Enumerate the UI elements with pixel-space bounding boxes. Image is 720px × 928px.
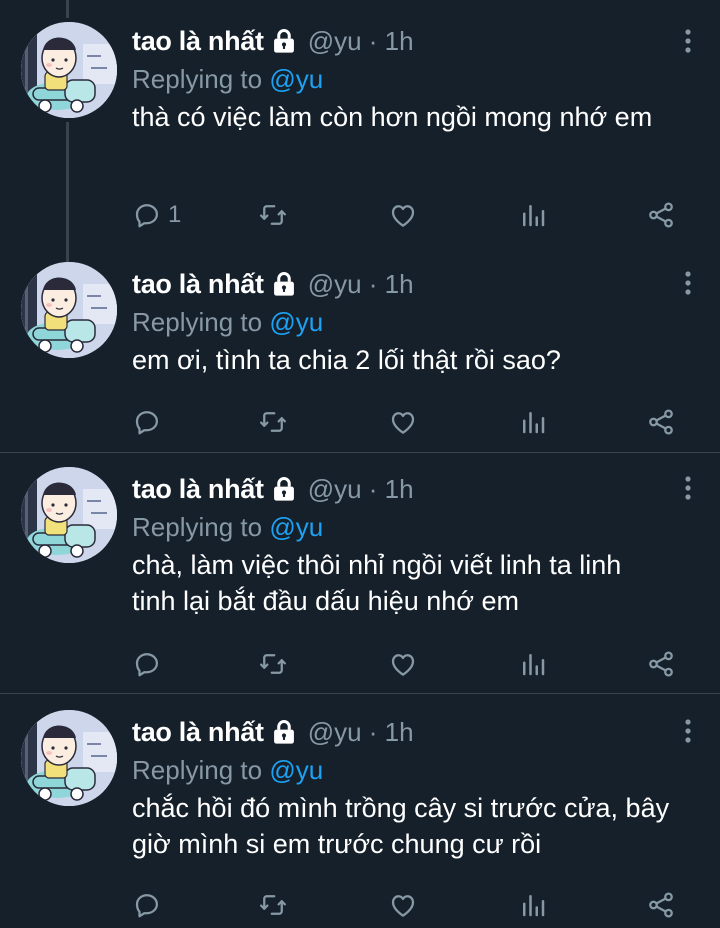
analytics-icon: [518, 890, 548, 920]
reply-button[interactable]: [132, 646, 162, 682]
handle-time: @yu · 1h: [307, 716, 414, 747]
analytics-icon: [518, 200, 548, 230]
retweet-icon: [258, 200, 288, 230]
reply-count: 1: [168, 201, 182, 228]
heart-icon: [388, 890, 418, 920]
heart-icon: [388, 407, 418, 437]
share-button[interactable]: [646, 197, 676, 233]
like-button[interactable]: [388, 887, 418, 923]
tweet[interactable]: tao là nhất @yu · 1h Replying to @yu thà…: [0, 0, 720, 252]
analytics-button[interactable]: [518, 197, 548, 233]
analytics-button[interactable]: [518, 404, 548, 440]
share-icon: [646, 649, 676, 679]
more-vertical-icon[interactable]: [682, 28, 694, 54]
analytics-button[interactable]: [518, 646, 548, 682]
tweet-actions: [132, 887, 687, 923]
tweet-actions: [132, 646, 687, 682]
more-vertical-icon[interactable]: [682, 718, 694, 744]
tweet-actions: [132, 404, 687, 440]
mention-link[interactable]: @yu: [269, 755, 323, 785]
handle-time: @yu · 1h: [307, 25, 414, 56]
more-vertical-icon[interactable]: [682, 475, 694, 501]
retweet-button[interactable]: [258, 646, 288, 682]
reply-icon: [132, 407, 162, 437]
like-button[interactable]: [388, 197, 418, 233]
mention-link[interactable]: @yu: [269, 512, 323, 542]
share-button[interactable]: [646, 404, 676, 440]
retweet-icon: [258, 407, 288, 437]
reply-button[interactable]: [132, 887, 162, 923]
lock-icon: [270, 270, 298, 298]
heart-icon: [388, 200, 418, 230]
analytics-icon: [518, 407, 548, 437]
reply-button[interactable]: [132, 404, 162, 440]
display-name[interactable]: tao là nhất: [132, 474, 264, 505]
handle-time: @yu · 1h: [307, 268, 414, 299]
heart-icon: [388, 649, 418, 679]
tweet-text: chà, làm việc thôi nhỉ ngồi viết linh ta…: [132, 550, 622, 616]
lock-icon: [270, 27, 298, 55]
display-name[interactable]: tao là nhất: [132, 26, 264, 57]
avatar[interactable]: [21, 22, 117, 118]
share-button[interactable]: [646, 887, 676, 923]
share-icon: [646, 890, 676, 920]
retweet-icon: [258, 890, 288, 920]
display-name[interactable]: tao là nhất: [132, 717, 264, 748]
retweet-button[interactable]: [258, 197, 288, 233]
avatar[interactable]: [21, 710, 117, 806]
replying-to: Replying to @yu: [132, 64, 324, 94]
replying-to: Replying to @yu: [132, 307, 324, 337]
tweet-text: chắc hồi đó mình trồng cây si trước cửa,…: [132, 793, 670, 859]
reply-icon: [132, 649, 162, 679]
retweet-icon: [258, 649, 288, 679]
avatar[interactable]: [21, 467, 117, 563]
analytics-button[interactable]: [518, 887, 548, 923]
like-button[interactable]: [388, 646, 418, 682]
share-icon: [646, 407, 676, 437]
lock-icon: [270, 718, 298, 746]
tweet[interactable]: tao là nhất @yu · 1h Replying to @yu chắ…: [0, 694, 720, 928]
display-name[interactable]: tao là nhất: [132, 269, 264, 300]
tweet-text: thà có việc làm còn hơn ngồi mong nhớ em: [132, 102, 653, 132]
retweet-button[interactable]: [258, 887, 288, 923]
share-button[interactable]: [646, 646, 676, 682]
tweet-text: em ơi, tình ta chia 2 lối thật rồi sao?: [132, 345, 561, 375]
reply-button[interactable]: 1: [132, 197, 181, 233]
mention-link[interactable]: @yu: [269, 64, 323, 94]
retweet-button[interactable]: [258, 404, 288, 440]
replying-to: Replying to @yu: [132, 512, 324, 542]
mention-link[interactable]: @yu: [269, 307, 323, 337]
more-vertical-icon[interactable]: [682, 270, 694, 296]
tweet[interactable]: tao là nhất @yu · 1h Replying to @yu em …: [0, 252, 720, 452]
lock-icon: [270, 475, 298, 503]
handle-time: @yu · 1h: [307, 473, 414, 504]
tweet[interactable]: tao là nhất @yu · 1h Replying to @yu chà…: [0, 453, 720, 693]
avatar[interactable]: [21, 262, 117, 358]
like-button[interactable]: [388, 404, 418, 440]
share-icon: [646, 200, 676, 230]
analytics-icon: [518, 649, 548, 679]
tweet-actions: 1: [132, 197, 687, 233]
reply-icon: [132, 890, 162, 920]
reply-icon: [132, 200, 162, 230]
replying-to: Replying to @yu: [132, 755, 324, 785]
